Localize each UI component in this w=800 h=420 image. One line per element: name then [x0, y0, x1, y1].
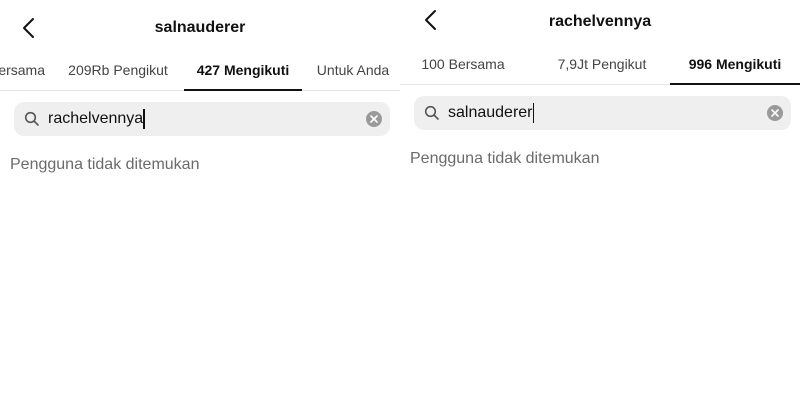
- search-icon: [424, 105, 440, 121]
- profile-username-title: salnauderer: [154, 19, 246, 36]
- search-field[interactable]: rachelvennya: [14, 102, 390, 136]
- tab-bersama[interactable]: Bersama: [0, 50, 52, 90]
- search-input[interactable]: salnauderer: [448, 103, 534, 123]
- no-results-message: Pengguna tidak ditemukan: [410, 150, 600, 167]
- right-profile-panel: rachelvennya 100 Bersama 7,9Jt Pengikut …: [400, 0, 800, 420]
- tab-mengikuti[interactable]: 996 Mengikuti: [670, 44, 800, 85]
- tab-bar: Bersama 209Rb Pengikut 427 Mengikuti Unt…: [0, 50, 400, 91]
- back-chevron-icon[interactable]: [420, 8, 444, 32]
- search-input-value: rachelvennya: [48, 110, 144, 127]
- clear-search-icon[interactable]: [366, 111, 382, 127]
- tab-untuk-anda[interactable]: Untuk Anda: [312, 50, 394, 90]
- tab-pengikut[interactable]: 7,9Jt Pengikut: [542, 44, 662, 84]
- header: rachelvennya: [400, 0, 800, 44]
- search-input[interactable]: rachelvennya: [48, 109, 145, 129]
- tab-bersama[interactable]: 100 Bersama: [408, 44, 518, 84]
- left-profile-panel: salnauderer Bersama 209Rb Pengikut 427 M…: [0, 0, 400, 420]
- search-icon: [24, 111, 40, 127]
- tab-pengikut[interactable]: 209Rb Pengikut: [62, 50, 174, 90]
- search-input-value: salnauderer: [448, 104, 533, 121]
- tab-mengikuti[interactable]: 427 Mengikuti: [184, 50, 302, 91]
- no-results-message: Pengguna tidak ditemukan: [10, 156, 200, 173]
- tab-bar: 100 Bersama 7,9Jt Pengikut 996 Mengikuti: [400, 44, 800, 85]
- text-caret: [143, 109, 145, 129]
- back-chevron-icon[interactable]: [18, 16, 42, 40]
- text-caret: [532, 103, 534, 123]
- profile-username-title: rachelvennya: [548, 13, 652, 30]
- clear-search-icon[interactable]: [767, 105, 783, 121]
- search-field[interactable]: salnauderer: [414, 96, 791, 130]
- header: salnauderer: [0, 6, 400, 50]
